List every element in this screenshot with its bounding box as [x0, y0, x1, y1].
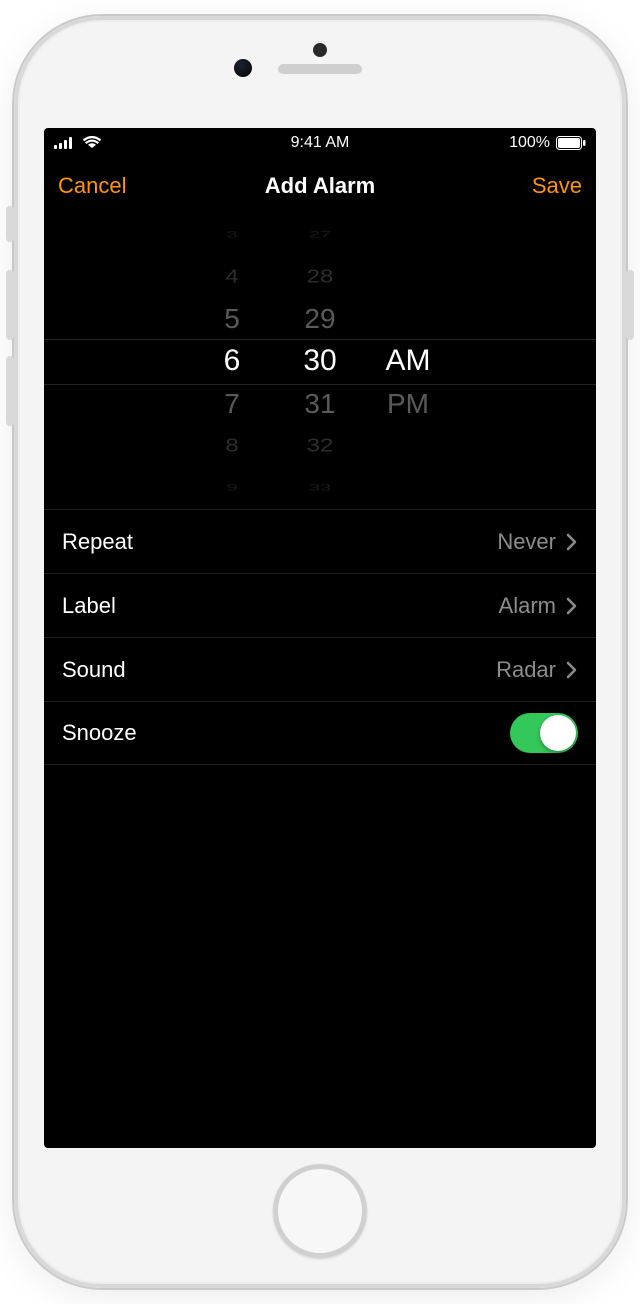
- period-wheel[interactable]: . . . AM PM . .: [384, 214, 432, 509]
- label-row[interactable]: Label Alarm: [44, 573, 596, 637]
- status-bar: 9:41 AM 100%: [44, 128, 596, 158]
- volume-down-button[interactable]: [6, 356, 14, 426]
- minute-option[interactable]: 28: [296, 261, 344, 293]
- minute-wheel[interactable]: 27 28 29 30 31 32 33: [296, 214, 344, 509]
- mute-switch[interactable]: [6, 206, 14, 242]
- iphone-frame: 9:41 AM 100% Cancel Add Alarm Save: [14, 16, 626, 1288]
- time-picker[interactable]: 3 4 5 6 7 8 9 27 28 29 30 31 32 33: [44, 214, 596, 509]
- front-camera: [313, 43, 327, 57]
- chevron-right-icon: [566, 533, 578, 551]
- minute-option[interactable]: 27: [296, 226, 344, 245]
- hour-option-selected[interactable]: 6: [208, 340, 256, 382]
- page-title: Add Alarm: [44, 173, 596, 199]
- snooze-row: Snooze: [44, 701, 596, 765]
- snooze-label: Snooze: [62, 720, 137, 746]
- minute-option[interactable]: 33: [296, 478, 344, 497]
- repeat-value: Never: [497, 529, 556, 555]
- snooze-toggle[interactable]: [510, 713, 578, 753]
- sound-row[interactable]: Sound Radar: [44, 637, 596, 701]
- repeat-label: Repeat: [62, 529, 133, 555]
- hour-option[interactable]: 3: [208, 226, 256, 245]
- toggle-knob: [540, 715, 576, 751]
- hour-option[interactable]: 7: [208, 383, 256, 425]
- hour-option[interactable]: 5: [208, 298, 256, 340]
- label-label: Label: [62, 593, 116, 619]
- earpiece-speaker: [278, 64, 362, 74]
- period-option[interactable]: PM: [384, 383, 432, 425]
- screen: 9:41 AM 100% Cancel Add Alarm Save: [44, 128, 596, 1148]
- power-button[interactable]: [626, 270, 634, 340]
- chevron-right-icon: [566, 661, 578, 679]
- sound-value: Radar: [496, 657, 556, 683]
- sound-label: Sound: [62, 657, 126, 683]
- minute-option-selected[interactable]: 30: [296, 340, 344, 382]
- alarm-settings-list: Repeat Never Label Alarm Sound Radar: [44, 509, 596, 765]
- home-button[interactable]: [273, 1164, 367, 1258]
- proximity-sensor: [234, 59, 252, 77]
- label-value: Alarm: [499, 593, 556, 619]
- nav-bar: Cancel Add Alarm Save: [44, 158, 596, 214]
- hour-option[interactable]: 9: [208, 478, 256, 497]
- cancel-button[interactable]: Cancel: [58, 173, 126, 199]
- hour-option[interactable]: 8: [208, 430, 256, 462]
- minute-option[interactable]: 31: [296, 383, 344, 425]
- period-option-selected[interactable]: AM: [384, 340, 432, 382]
- chevron-right-icon: [566, 597, 578, 615]
- hour-wheel[interactable]: 3 4 5 6 7 8 9: [208, 214, 256, 509]
- status-time: 9:41 AM: [44, 134, 596, 152]
- hour-option[interactable]: 4: [208, 261, 256, 293]
- minute-option[interactable]: 29: [296, 298, 344, 340]
- repeat-row[interactable]: Repeat Never: [44, 509, 596, 573]
- save-button[interactable]: Save: [532, 173, 582, 199]
- minute-option[interactable]: 32: [296, 430, 344, 462]
- volume-up-button[interactable]: [6, 270, 14, 340]
